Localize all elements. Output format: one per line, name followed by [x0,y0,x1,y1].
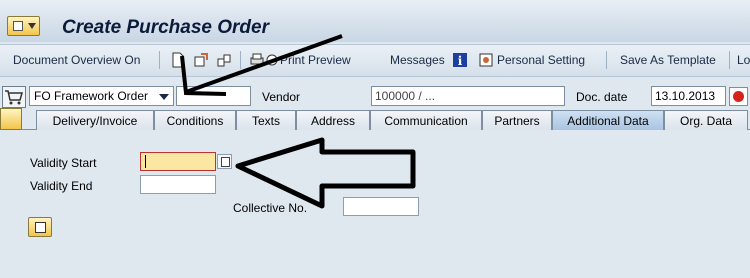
doc-date-input[interactable]: 13.10.2013 [651,86,726,106]
order-type-value: FO Framework Order [34,89,149,103]
toolbar-separator [240,51,241,69]
document-number-input[interactable] [176,86,251,106]
document-overview-button[interactable]: Document Overview On [13,53,140,67]
personal-setting-button[interactable]: Personal Setting [497,53,585,67]
text-caret [145,155,146,168]
info-icon[interactable]: i [452,52,468,68]
validity-start-input[interactable] [140,152,216,171]
save-as-template-button[interactable]: Save As Template [620,53,716,67]
hold-icon[interactable] [193,52,209,68]
tab-communication[interactable]: Communication [370,110,482,130]
print-icon[interactable] [249,52,265,68]
window-icon [13,21,23,31]
order-type-select[interactable]: FO Framework Order [29,86,174,106]
page-title: Create Purchase Order [62,17,269,38]
collective-no-input[interactable] [343,197,419,216]
personal-setting-icon[interactable] [478,52,494,68]
shopping-cart-icon[interactable] [2,86,26,108]
expand-header-button[interactable] [0,108,22,130]
vendor-label: Vendor [262,90,301,104]
other-purchase-order-icon[interactable] [216,52,232,68]
print-preview-button[interactable]: Print Preview [280,53,351,67]
print-preview-icon[interactable] [264,52,280,68]
validity-end-input[interactable] [140,175,216,194]
doc-date-label: Doc. date [576,90,628,104]
new-document-icon[interactable] [170,52,186,68]
chevron-down-icon [159,94,169,100]
status-icon[interactable] [729,87,748,106]
load-from-template-button[interactable]: Lo [737,53,750,67]
toolbar-separator [606,51,607,69]
chevron-down-icon [28,23,36,29]
tab-conditions[interactable]: Conditions [154,110,236,130]
tab-texts[interactable]: Texts [236,110,296,130]
collective-no-label: Collective No. [233,201,308,215]
tab-org-data[interactable]: Org. Data [664,110,748,130]
tab-additional-data[interactable]: Additional Data [552,110,664,130]
messages-button[interactable]: Messages [390,53,445,67]
toolbar-separator [729,51,730,69]
more-fields-button[interactable] [28,217,52,237]
validity-start-label: Validity Start [30,156,97,170]
svg-text:i: i [458,54,463,68]
toolbar-separator [159,51,160,69]
tab-delivery-invoice[interactable]: Delivery/Invoice [36,110,154,130]
cart-icon [5,90,23,105]
tab-partners[interactable]: Partners [482,110,552,130]
system-menu-button[interactable] [7,16,40,36]
tab-address[interactable]: Address [296,110,370,130]
validity-end-label: Validity End [30,179,93,193]
calendar-help-icon[interactable] [217,154,232,169]
vendor-input[interactable]: 100000 / ... [371,86,565,106]
